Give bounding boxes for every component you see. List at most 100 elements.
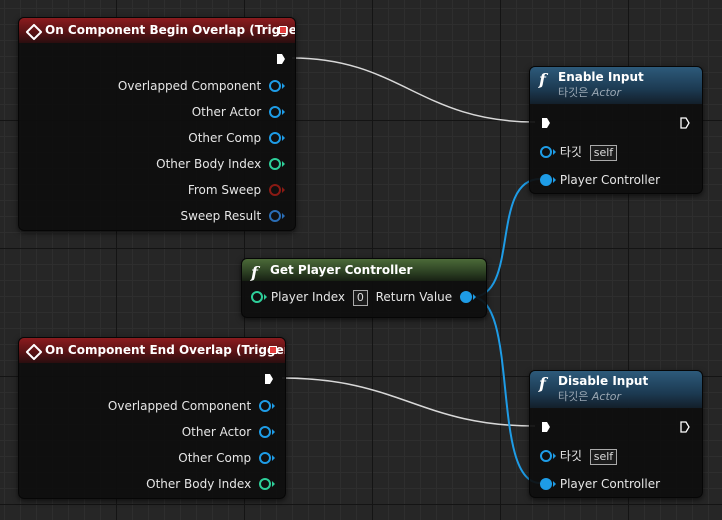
exec-out-pin-icon[interactable] — [276, 53, 286, 65]
data-pin-icon — [259, 451, 271, 464]
enable-input-node[interactable]: f Enable Input 타깃은 Actor 타깃 self Player … — [529, 66, 703, 194]
end-overlap-header[interactable]: On Component End Overlap (Trigger) — [19, 338, 285, 363]
pin-arrow-icon — [282, 160, 285, 167]
exec-in-pin-icon[interactable] — [541, 421, 551, 433]
pin-arrow-icon — [282, 108, 285, 115]
disable-input-header[interactable]: f Disable Input 타깃은 Actor — [530, 371, 702, 408]
disable-input-node[interactable]: f Disable Input 타깃은 Actor 타깃 self Player… — [529, 370, 703, 498]
pin-arrow-icon — [553, 480, 556, 487]
target-self-box[interactable]: self — [589, 144, 618, 161]
pin-player-index[interactable]: Player Index 0 — [251, 289, 368, 306]
player-index-label: Player Index — [270, 290, 346, 304]
enable-input-header[interactable]: f Enable Input 타깃은 Actor — [530, 67, 702, 104]
pin-arrow-icon — [553, 452, 556, 459]
pin-player-controller[interactable]: Player Controller — [540, 476, 660, 492]
data-pin-icon — [259, 477, 271, 490]
data-pin-icon — [540, 477, 552, 490]
pin-target[interactable]: 타깃 self — [540, 448, 618, 465]
subtitle-type: Actor — [591, 390, 622, 403]
begin-overlap-header[interactable]: On Component Begin Overlap (Trigger) — [19, 18, 295, 43]
data-pin-icon — [269, 183, 281, 196]
stop-square-icon — [279, 26, 287, 34]
function-f-icon: f — [251, 263, 258, 282]
disable-input-subtitle: 타깃은 Actor — [558, 390, 702, 408]
get-player-controller-node[interactable]: f Get Player Controller Player Index 0 R… — [241, 258, 487, 318]
enable-input-title: Enable Input — [558, 70, 644, 84]
pin-return-value[interactable]: Return Value — [376, 289, 476, 305]
exec-wire-begin-to-enable — [291, 57, 536, 123]
pin-arrow-icon — [282, 134, 285, 141]
event-diamond-icon — [25, 23, 43, 41]
pin-arrow-icon — [282, 186, 285, 193]
pin-other-actor[interactable]: Other Actor — [182, 424, 275, 440]
data-pin-icon — [269, 79, 281, 92]
exec-in-pin-icon[interactable] — [541, 117, 551, 129]
pin-other-body-index[interactable]: Other Body Index — [156, 156, 285, 172]
target-label: 타깃 — [559, 145, 582, 159]
data-pin-icon — [540, 173, 552, 186]
enable-input-subtitle: 타깃은 Actor — [558, 86, 702, 104]
function-f-icon: f — [539, 374, 546, 393]
disable-input-title: Disable Input — [558, 374, 649, 388]
data-pin-icon — [540, 145, 552, 158]
stop-square-icon — [269, 346, 277, 354]
pin-sweep-result[interactable]: Sweep Result — [180, 208, 285, 224]
pin-overlapped-component[interactable]: Overlapped Component — [118, 78, 285, 94]
pin-overlapped-component[interactable]: Overlapped Component — [108, 398, 275, 414]
data-pin-icon — [251, 290, 263, 303]
pin-arrow-icon — [272, 480, 275, 487]
pin-arrow-icon — [272, 454, 275, 461]
pin-from-sweep[interactable]: From Sweep — [188, 182, 285, 198]
exec-out-pin-icon[interactable] — [264, 373, 274, 385]
data-pin-icon — [269, 105, 281, 118]
pin-arrow-icon — [272, 428, 275, 435]
return-value-label: Return Value — [375, 290, 453, 304]
subtitle-type: Actor — [591, 86, 622, 99]
data-pin-icon — [259, 425, 271, 438]
function-f-icon: f — [539, 70, 546, 89]
pin-label: Other Actor — [191, 105, 262, 119]
pin-arrow-icon — [264, 293, 267, 300]
begin-overlap-event-node[interactable]: On Component Begin Overlap (Trigger) Ove… — [18, 17, 296, 231]
data-pin-icon — [269, 131, 281, 144]
pin-other-body-index[interactable]: Other Body Index — [146, 476, 275, 492]
end-overlap-event-node[interactable]: On Component End Overlap (Trigger) Overl… — [18, 337, 286, 499]
end-overlap-title: On Component End Overlap (Trigger) — [45, 343, 286, 357]
pin-arrow-icon — [282, 212, 285, 219]
pin-other-comp[interactable]: Other Comp — [178, 450, 275, 466]
get-player-controller-header[interactable]: f Get Player Controller — [242, 259, 486, 282]
data-pin-icon — [269, 209, 281, 222]
get-player-controller-title: Get Player Controller — [270, 263, 413, 277]
pin-other-comp[interactable]: Other Comp — [188, 130, 285, 146]
pin-label: Other Body Index — [156, 157, 262, 171]
exec-wire-end-to-disable — [281, 377, 536, 427]
target-self-box[interactable]: self — [589, 448, 618, 465]
player-controller-label: Player Controller — [559, 477, 661, 491]
pin-label: Other Comp — [188, 131, 262, 145]
pin-label: Other Actor — [181, 425, 252, 439]
data-pin-icon — [269, 157, 281, 170]
pin-arrow-icon — [272, 402, 275, 409]
pin-label: Overlapped Component — [107, 399, 252, 413]
event-diamond-icon — [25, 343, 43, 361]
data-pin-icon — [460, 290, 472, 303]
pin-label: Other Body Index — [146, 477, 252, 491]
begin-overlap-title: On Component Begin Overlap (Trigger) — [45, 23, 296, 37]
pin-other-actor[interactable]: Other Actor — [192, 104, 285, 120]
subtitle-prefix: 타깃은 — [558, 86, 589, 99]
pin-arrow-icon — [473, 293, 476, 300]
pin-label: Overlapped Component — [117, 79, 262, 93]
player-index-input[interactable]: 0 — [352, 289, 368, 306]
player-controller-label: Player Controller — [559, 173, 661, 187]
pin-label: Sweep Result — [180, 209, 262, 223]
subtitle-prefix: 타깃은 — [558, 390, 589, 403]
pin-label: From Sweep — [187, 183, 262, 197]
exec-out-pin-icon[interactable] — [680, 117, 690, 129]
pin-arrow-icon — [282, 82, 285, 89]
exec-out-pin-icon[interactable] — [680, 421, 690, 433]
pin-arrow-icon — [553, 148, 556, 155]
pin-arrow-icon — [553, 176, 556, 183]
pin-label: Other Comp — [178, 451, 252, 465]
pin-target[interactable]: 타깃 self — [540, 144, 618, 161]
pin-player-controller[interactable]: Player Controller — [540, 172, 660, 188]
